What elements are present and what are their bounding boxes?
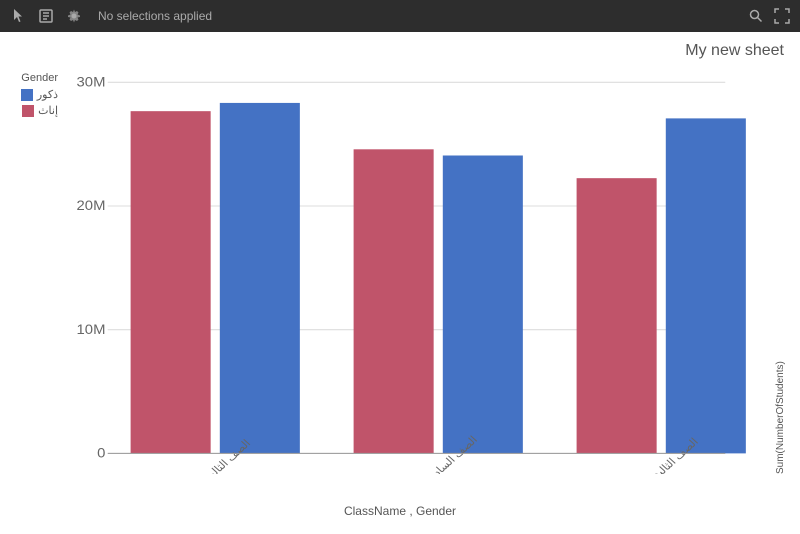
legend-items: ذكور إناث (21, 88, 58, 117)
svg-text:20M: 20M (77, 198, 106, 213)
toolbar-right (746, 6, 792, 26)
sheet-title: My new sheet (685, 42, 784, 60)
svg-text:10M: 10M (77, 322, 106, 337)
bar-g2-female[interactable] (354, 149, 434, 453)
legend-label-male: ذكور (37, 88, 58, 101)
fullscreen-icon[interactable] (772, 6, 792, 26)
legend-swatch-male (21, 89, 33, 101)
legend-item-female: إناث (21, 104, 58, 117)
y-axis-label: Sum(NumberOfStudents) (771, 72, 790, 474)
no-selections-status: No selections applied (98, 9, 212, 23)
legend-swatch-female (22, 105, 34, 117)
legend-item-male: ذكور (21, 88, 58, 101)
bar-g3-female[interactable] (577, 178, 657, 453)
cursor-icon[interactable] (8, 6, 28, 26)
sheet-content: My new sheet Gender ذكور إناث (0, 32, 800, 534)
svg-text:30M: 30M (77, 74, 106, 89)
chart-container: Gender ذكور إناث 30M (10, 72, 790, 474)
legend-title: Gender (21, 72, 58, 84)
search-icon[interactable] (746, 6, 766, 26)
bar-g2-male[interactable] (443, 155, 523, 453)
legend-label-female: إناث (38, 104, 58, 117)
toolbar: No selections applied (0, 0, 800, 32)
chart-svg-wrapper: 30M 20M 10M 0 الصف الثالث الابتدائي الصف… (62, 72, 771, 474)
bar-g1-female[interactable] (131, 111, 211, 453)
bar-g1-male[interactable] (220, 103, 300, 453)
bar-g3-male[interactable] (666, 118, 746, 453)
svg-text:0: 0 (97, 445, 105, 460)
gear-icon[interactable] (64, 6, 84, 26)
selection-icon[interactable] (36, 6, 56, 26)
toolbar-left: No selections applied (8, 6, 212, 26)
chart-legend: Gender ذكور إناث (10, 72, 58, 474)
x-axis-label: ClassName , Gender (344, 504, 456, 518)
